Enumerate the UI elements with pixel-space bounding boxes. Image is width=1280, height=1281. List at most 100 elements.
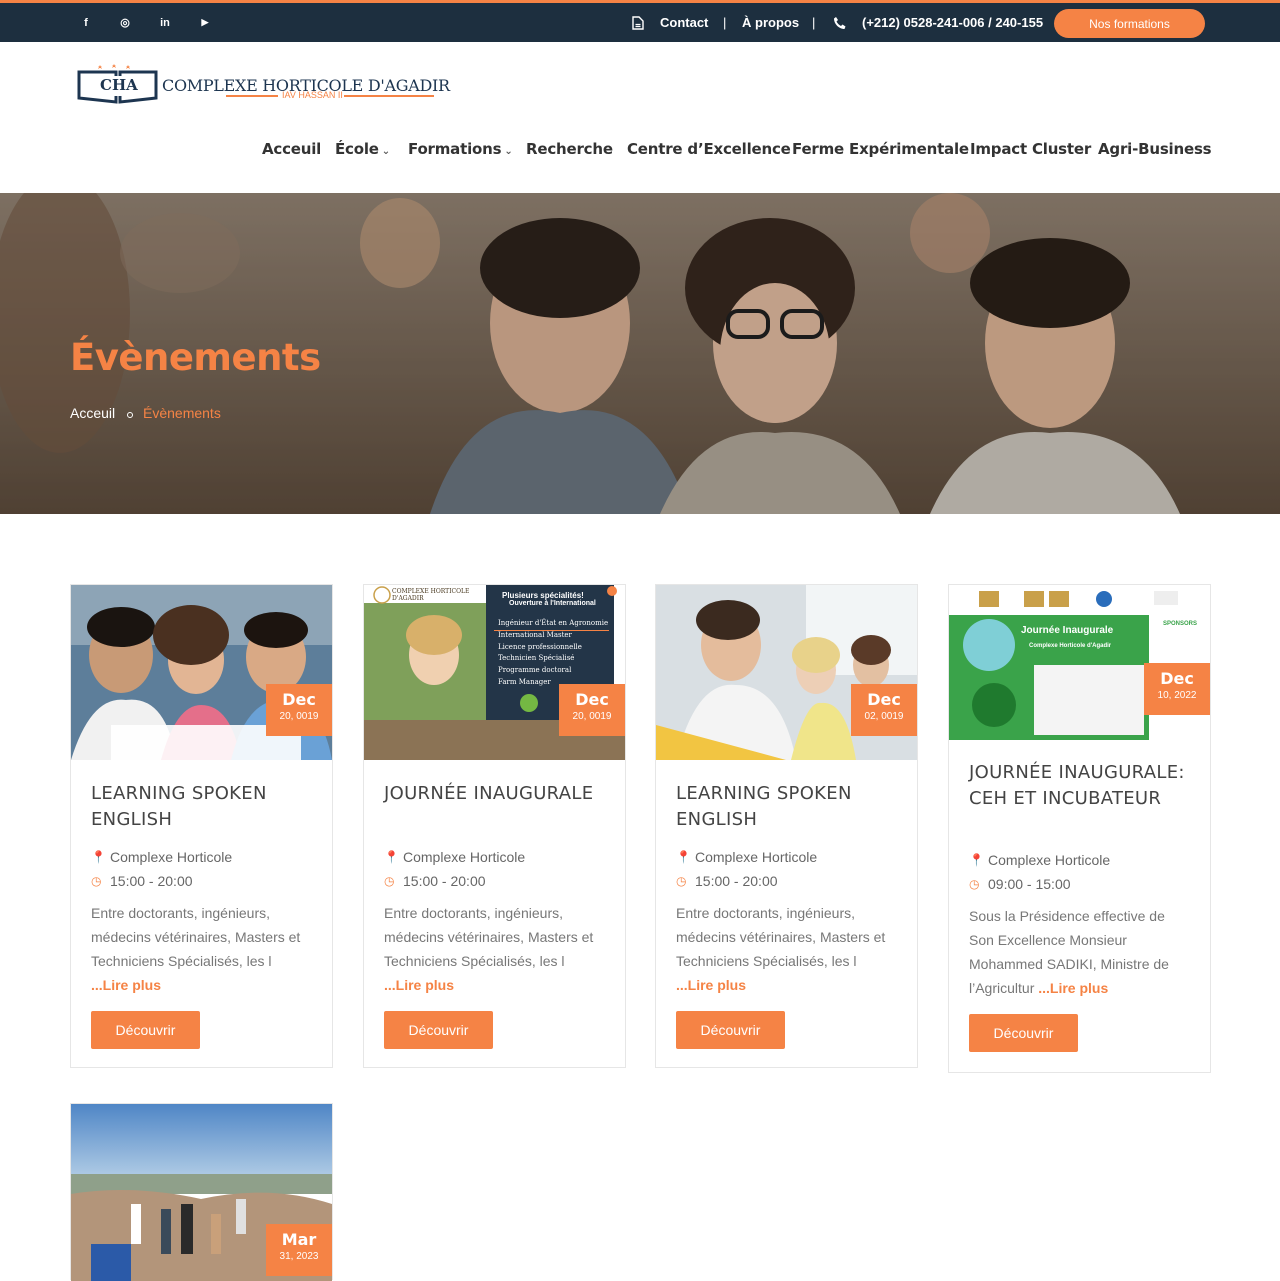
nav-item-impact-cluster[interactable]: Impact Cluster [970,140,1091,158]
map-marker-icon: 📍 [91,850,106,864]
event-time-text: 09:00 - 15:00 [988,876,1071,892]
event-day: 10, 2022 [1157,690,1197,701]
event-card: Dec 20, 0019 LEARNING SPOKEN ENGLISH 📍 Co… [70,584,333,1068]
discover-button[interactable]: Découvrir [384,1011,493,1049]
event-date-badge: Dec 02, 0019 [851,684,917,736]
linkedin-icon[interactable]: in [155,3,175,42]
read-more-link[interactable]: ...Lire plus [384,977,454,993]
poster-item: International Master [498,630,572,639]
event-title[interactable]: LEARNING SPOKEN ENGLISH [676,781,897,833]
logo-underline [344,95,434,97]
discover-button[interactable]: Découvrir [969,1014,1078,1052]
event-excerpt-text: Entre doctorants, ingénieurs, médecins v… [384,905,594,969]
event-month: Mar [281,1230,317,1249]
nav-item-label: Recherche [526,140,613,158]
topbar-separator: | [723,15,727,30]
map-marker-icon: 📍 [969,853,984,867]
inaug-title: Journée Inaugurale [1021,625,1114,636]
event-excerpt: Sous la Présidence effective de Son Exce… [969,904,1190,1000]
nav-item-label: Centre d’Excellence [627,140,791,158]
nav-item-agri-business[interactable]: Agri-Business [1098,140,1212,158]
inaug-subtitle: Complexe Horticole d'Agadir [1029,643,1112,649]
event-month: Dec [575,690,609,709]
read-more-link[interactable]: ...Lire plus [91,977,161,993]
event-title[interactable]: JOURNÉE INAUGURALE [384,781,605,833]
nav-item-acceuil[interactable]: Acceuil [262,140,321,158]
page-title: Évènements [70,336,321,379]
document-icon [632,3,644,42]
event-location: 📍 Complexe Horticole [91,847,312,867]
contact-link[interactable]: Contact [660,3,708,42]
nav-item-ferme-experimentale[interactable]: Ferme Expérimentale [792,140,969,158]
event-time-text: 15:00 - 20:00 [403,873,486,889]
event-title[interactable]: LEARNING SPOKEN ENGLISH [91,781,312,833]
youtube-icon[interactable]: ▶ [195,3,215,42]
event-time-text: 15:00 - 20:00 [110,873,193,889]
clock-icon: ◷ [384,874,395,888]
facebook-icon[interactable]: f [76,3,96,42]
site-logo[interactable]: CHA COMPLEXE HORTICOLE D'AGADIR IAV HASS… [76,64,450,106]
event-card: COMPLEXE HORTICOLE D'AGADIR Plusieurs sp… [363,584,626,1068]
event-date-badge: Dec 20, 0019 [559,684,625,736]
discover-button[interactable]: Découvrir [91,1011,200,1049]
event-day: 20, 0019 [572,711,612,722]
about-link[interactable]: À propos [742,3,799,42]
breadcrumb-home[interactable]: Acceuil [70,405,115,421]
event-image[interactable]: Journée Inaugurale Complexe Horticole d'… [949,585,1210,740]
nav-item-label: Formations [408,140,502,158]
chevron-down-icon: ⌄ [504,146,513,157]
poster-tag: Ouverture à l'International [509,600,596,607]
event-location-text: Complexe Horticole [403,849,526,865]
topbar-separator: | [812,15,816,30]
clock-icon: ◷ [91,874,102,888]
logo-underline [226,95,278,97]
event-date-badge: Mar 31, 2023 [266,1224,332,1276]
event-day: 20, 0019 [279,711,319,722]
event-location-text: Complexe Horticole [988,852,1111,868]
breadcrumb-current: Évènements [143,405,221,421]
event-excerpt-text: Entre doctorants, ingénieurs, médecins v… [91,905,301,969]
read-more-link[interactable]: ...Lire plus [1038,980,1108,996]
logo-sub: IAV HASSAN II [282,90,343,100]
event-day: 02, 0019 [864,711,904,722]
event-title[interactable]: JOURNÉE INAUGURALE: CEH ET INCUBATEUR [969,760,1190,838]
event-month: Dec [282,690,316,709]
nav-item-label: Ferme Expérimentale [792,140,969,158]
poster-item: Technicien Spécialisé [498,654,575,663]
logo-badge: CHA [100,76,138,94]
event-card: Dec 02, 0019 LEARNING SPOKEN ENGLISH 📍 Co… [655,584,918,1068]
event-excerpt: Entre doctorants, ingénieurs, médecins v… [384,901,605,997]
nav-item-label: Acceuil [262,140,322,158]
nav-item-formations[interactable]: Formations ⌄ [408,140,513,158]
poster-header: COMPLEXE HORTICOLE D'AGADIR [392,588,470,602]
event-image[interactable]: Dec 02, 0019 [656,585,917,760]
chevron-down-icon: ⌄ [381,146,390,157]
event-image[interactable]: COMPLEXE HORTICOLE D'AGADIR Plusieurs sp… [364,585,625,760]
event-card: Journée Inaugurale Complexe Horticole d'… [948,584,1211,1073]
event-image[interactable]: Mar 31, 2023 [71,1104,332,1281]
clock-icon: ◷ [969,877,980,891]
event-location-text: Complexe Horticole [110,849,233,865]
poster-item: Ingénieur d'État en Agronomie [498,619,609,627]
nav-item-ecole[interactable]: École ⌄ [335,140,390,158]
top-bar: f ◎ in ▶ Contact | À propos | (+212) 052… [0,0,1280,42]
read-more-link[interactable]: ...Lire plus [676,977,746,993]
nav-item-label: École [335,140,379,158]
event-image[interactable]: Dec 20, 0019 [71,585,332,760]
discover-button[interactable]: Découvrir [676,1011,785,1049]
nav-item-centre-excellence[interactable]: Centre d’Excellence [627,140,791,158]
event-card: Mar 31, 2023 [70,1103,333,1281]
event-date-badge: Dec 20, 0019 [266,684,332,736]
event-month: Dec [867,690,901,709]
instagram-icon[interactable]: ◎ [115,3,135,42]
poster-item: Licence professionnelle [498,642,582,651]
nav-item-recherche[interactable]: Recherche [526,140,613,158]
event-excerpt: Entre doctorants, ingénieurs, médecins v… [91,901,312,997]
nos-formations-button[interactable]: Nos formations [1054,9,1205,38]
nav-item-label: Impact Cluster [970,140,1092,158]
event-time: ◷ 15:00 - 20:00 [91,871,312,891]
nav-item-label: Agri-Business [1098,140,1212,158]
event-location: 📍 Complexe Horticole [969,850,1190,870]
event-time: ◷ 15:00 - 20:00 [676,871,897,891]
phone-number[interactable]: (+212) 0528-241-006 / 240-155 [862,3,1043,42]
